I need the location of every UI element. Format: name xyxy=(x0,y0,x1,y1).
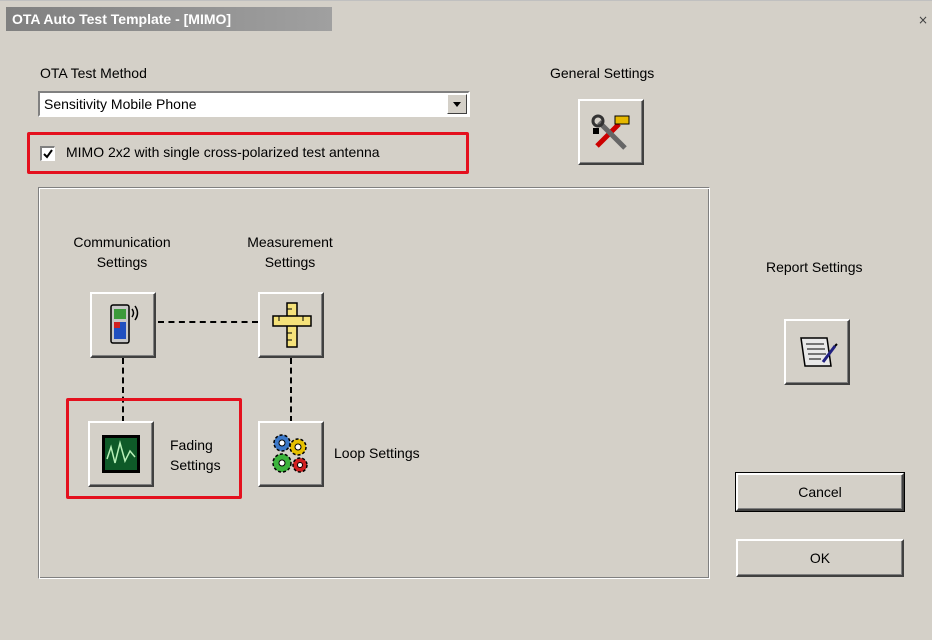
ruler-icon xyxy=(272,302,312,348)
general-settings-button[interactable] xyxy=(578,99,644,165)
fading-settings-label-line1: Fading xyxy=(170,437,213,453)
checkmark-icon xyxy=(43,149,53,159)
mobile-phone-icon xyxy=(110,304,139,344)
connector-line xyxy=(290,358,292,422)
fading-settings-label-line2: Settings xyxy=(170,457,221,473)
cancel-button[interactable]: Cancel xyxy=(735,472,905,512)
loop-settings-button[interactable] xyxy=(258,421,324,487)
connector-line xyxy=(158,321,258,323)
gears-icon xyxy=(272,434,308,473)
communication-settings-label-line1: Communication xyxy=(73,234,171,250)
chevron-down-icon[interactable] xyxy=(447,94,467,114)
communication-settings-button[interactable] xyxy=(90,292,156,358)
test-method-value: Sensitivity Mobile Phone xyxy=(44,96,197,112)
measurement-settings-label-line1: Measurement xyxy=(247,234,333,250)
communication-settings-label: Communication Settings xyxy=(52,232,192,272)
report-settings-label: Report Settings xyxy=(766,259,863,275)
loop-settings-label: Loop Settings xyxy=(334,445,420,461)
measurement-settings-button[interactable] xyxy=(258,292,324,358)
close-icon[interactable]: × xyxy=(916,13,930,27)
communication-settings-label-line2: Settings xyxy=(96,254,148,270)
fading-settings-button[interactable] xyxy=(88,421,154,487)
report-scroll-icon xyxy=(800,337,838,367)
measurement-settings-label: Measurement Settings xyxy=(220,232,360,272)
fading-settings-label: Fading Settings xyxy=(170,435,221,475)
general-settings-label: General Settings xyxy=(550,65,655,81)
oscilloscope-icon xyxy=(102,435,140,473)
test-method-dropdown[interactable]: Sensitivity Mobile Phone xyxy=(38,91,470,117)
report-settings-button[interactable] xyxy=(784,319,850,385)
mimo-checkbox[interactable] xyxy=(40,146,55,161)
test-method-label: OTA Test Method xyxy=(40,65,147,81)
ok-button[interactable]: OK xyxy=(736,539,904,577)
tools-icon xyxy=(591,114,630,150)
dialog-window: OTA Auto Test Template - [MIMO] × OTA Te… xyxy=(0,0,932,640)
mimo-checkbox-label[interactable]: MIMO 2x2 with single cross-polarized tes… xyxy=(66,144,380,160)
measurement-settings-label-line2: Settings xyxy=(264,254,316,270)
window-title: OTA Auto Test Template - [MIMO] xyxy=(6,7,332,31)
